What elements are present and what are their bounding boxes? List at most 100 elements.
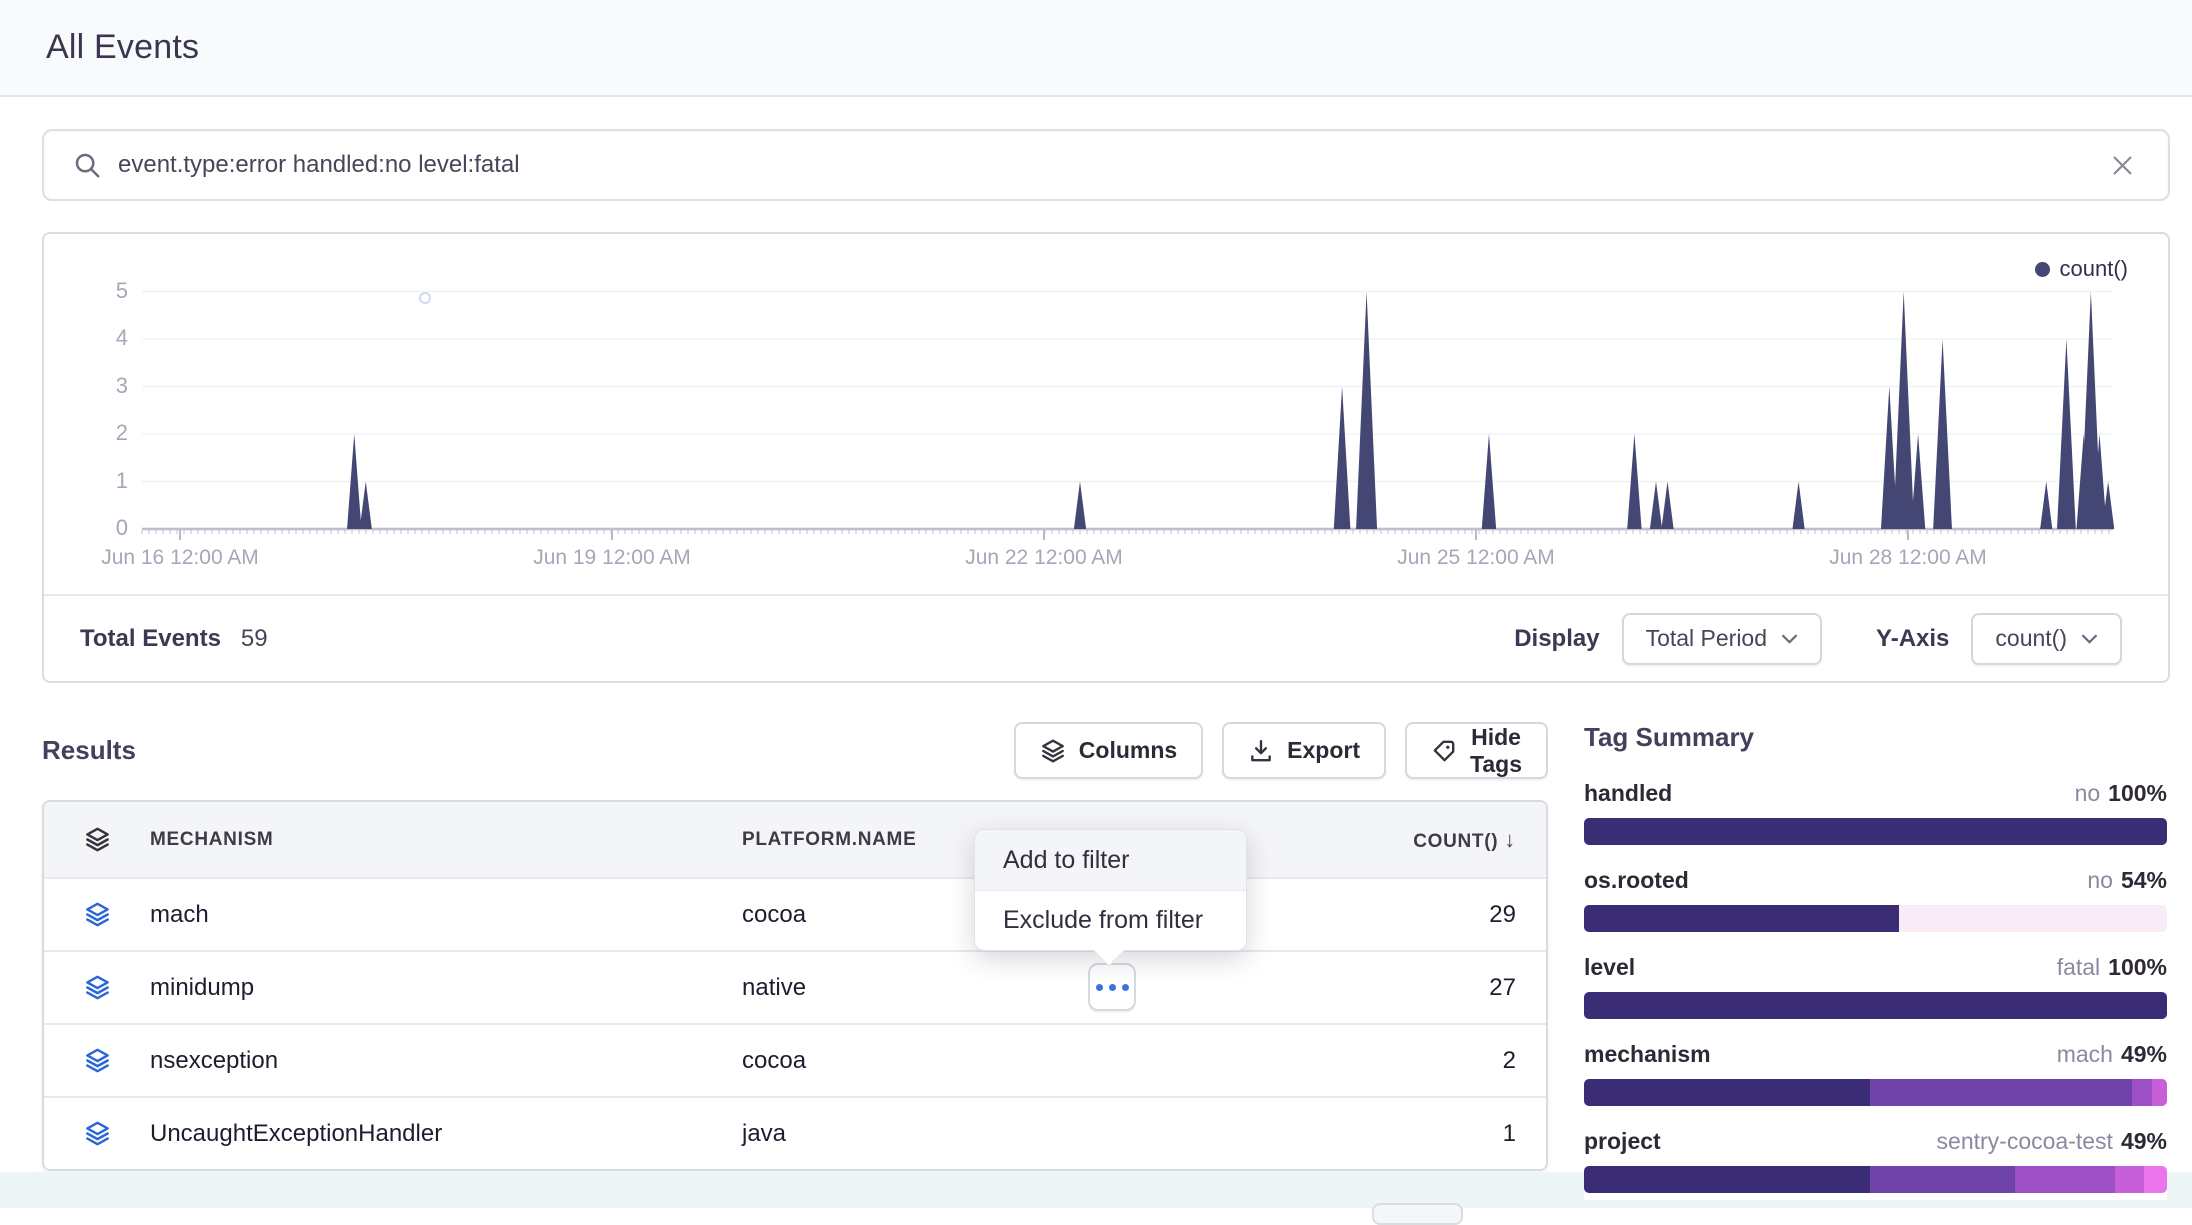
y-axis-tick-label: 5 bbox=[68, 278, 128, 304]
download-icon bbox=[1248, 738, 1274, 764]
legend-dot-icon bbox=[2035, 262, 2050, 277]
table-row[interactable]: nsexceptioncocoa2 bbox=[44, 1023, 1546, 1096]
results-table: MECHANISM PLATFORM.NAME COUNT()↓ machcoc… bbox=[42, 800, 1548, 1171]
tag-bar-segment[interactable] bbox=[1584, 1166, 1870, 1193]
tag-distribution-bar[interactable] bbox=[1584, 818, 2167, 845]
y-axis-tick-label: 0 bbox=[68, 515, 128, 541]
columns-button[interactable]: Columns bbox=[1014, 722, 1203, 779]
export-button[interactable]: Export bbox=[1222, 722, 1386, 779]
layers-icon bbox=[1040, 738, 1066, 764]
x-axis-tick-label: Jun 25 12:00 AM bbox=[1356, 546, 1596, 570]
legend-label: count() bbox=[2060, 256, 2128, 282]
cell-actions-button[interactable] bbox=[1088, 963, 1136, 1011]
tag-summary-row: project sentry-cocoa-test49% bbox=[1584, 1128, 2167, 1193]
y-axis-tick-label: 2 bbox=[68, 420, 128, 446]
close-icon[interactable] bbox=[2105, 148, 2140, 183]
column-header-mechanism[interactable]: MECHANISM bbox=[150, 829, 742, 851]
x-axis-tick-label: Jun 16 12:00 AM bbox=[60, 546, 300, 570]
tag-bar-segment[interactable] bbox=[2152, 1079, 2167, 1106]
chart-footer: Total Events 59 Display Total Period Y-A… bbox=[44, 594, 2168, 681]
tag-bar-segment[interactable] bbox=[1870, 1079, 2132, 1106]
cell-count[interactable]: 2 bbox=[1162, 1047, 1546, 1075]
events-spike-chart[interactable] bbox=[44, 234, 2172, 590]
tag-name: handled bbox=[1584, 780, 1672, 807]
display-label: Display bbox=[1514, 625, 1599, 653]
tag-bar-segment[interactable] bbox=[1584, 992, 2167, 1019]
tag-top-value: mach49% bbox=[2057, 1041, 2167, 1068]
tag-top-value: fatal100% bbox=[2057, 954, 2167, 981]
tag-bar-segment[interactable] bbox=[1584, 1079, 1870, 1106]
tag-bar-segment[interactable] bbox=[1584, 905, 1899, 932]
tag-icon bbox=[1431, 738, 1457, 764]
tag-summary-row: os.rooted no54% bbox=[1584, 867, 2167, 932]
cell-mechanism[interactable]: nsexception bbox=[150, 1047, 742, 1075]
hide-tags-button[interactable]: Hide Tags bbox=[1405, 722, 1548, 779]
pagination-button[interactable] bbox=[1372, 1203, 1463, 1225]
page-title: All Events bbox=[46, 28, 199, 67]
button-label: Export bbox=[1287, 737, 1360, 764]
tag-top-value: no100% bbox=[2075, 780, 2167, 807]
tag-bar-segment[interactable] bbox=[1870, 1166, 2016, 1193]
search-icon bbox=[72, 150, 102, 180]
tag-summary-row: mechanism mach49% bbox=[1584, 1041, 2167, 1106]
tag-top-value: sentry-cocoa-test49% bbox=[1937, 1128, 2167, 1155]
tag-distribution-bar[interactable] bbox=[1584, 992, 2167, 1019]
layers-icon[interactable] bbox=[44, 1120, 150, 1147]
tag-bar-segment[interactable] bbox=[2115, 1166, 2144, 1193]
y-axis-tick-label: 3 bbox=[68, 373, 128, 399]
results-heading: Results bbox=[42, 735, 136, 766]
table-header-row: MECHANISM PLATFORM.NAME COUNT()↓ bbox=[44, 802, 1546, 877]
page-header: All Events bbox=[0, 0, 2192, 97]
chevron-down-icon bbox=[1781, 633, 1798, 645]
sort-desc-icon: ↓ bbox=[1504, 827, 1516, 852]
tag-name: os.rooted bbox=[1584, 867, 1689, 894]
layers-icon[interactable] bbox=[44, 974, 150, 1001]
button-label: Columns bbox=[1079, 737, 1177, 764]
y-axis-tick-label: 4 bbox=[68, 325, 128, 351]
button-label: Hide Tags bbox=[1470, 724, 1522, 778]
tag-summary-heading: Tag Summary bbox=[1584, 720, 2167, 754]
tag-distribution-bar[interactable] bbox=[1584, 1166, 2167, 1193]
yaxis-label: Y-Axis bbox=[1876, 625, 1949, 653]
y-axis-tick-label: 1 bbox=[68, 468, 128, 494]
cell-mechanism[interactable]: UncaughtExceptionHandler bbox=[150, 1120, 742, 1148]
search-input[interactable]: event.type:error handled:no level:fatal bbox=[118, 151, 2105, 179]
cell-count[interactable]: 1 bbox=[1162, 1120, 1546, 1148]
tag-distribution-bar[interactable] bbox=[1584, 1079, 2167, 1106]
tag-bar-segment[interactable] bbox=[2132, 1079, 2152, 1106]
yaxis-dropdown[interactable]: count() bbox=[1971, 613, 2122, 665]
tag-top-value: no54% bbox=[2087, 867, 2167, 894]
table-row[interactable]: UncaughtExceptionHandlerjava1 bbox=[44, 1096, 1546, 1169]
chevron-down-icon bbox=[2081, 633, 2098, 645]
cell-count[interactable]: 27 bbox=[1162, 974, 1546, 1002]
events-chart-panel: count() 0 1 2 3 4 5 Jun 16 12:00 AM Jun 19 12:… bbox=[42, 232, 2170, 683]
add-to-filter-menu-item[interactable]: Add to filter bbox=[975, 830, 1246, 890]
tag-bar-segment[interactable] bbox=[2144, 1166, 2167, 1193]
x-axis-tick-label: Jun 19 12:00 AM bbox=[492, 546, 732, 570]
layers-icon bbox=[44, 826, 150, 853]
cell-platform[interactable]: java bbox=[742, 1120, 1162, 1148]
total-events-value: 59 bbox=[241, 625, 268, 653]
layers-icon[interactable] bbox=[44, 1047, 150, 1074]
display-dropdown-value: Total Period bbox=[1646, 625, 1767, 652]
tag-distribution-bar[interactable] bbox=[1584, 905, 2167, 932]
tag-summary-panel: Tag Summary handled no100% os.rooted no54% l… bbox=[1584, 720, 2167, 1200]
x-axis-tick-label: Jun 28 12:00 AM bbox=[1788, 546, 2028, 570]
tag-name: mechanism bbox=[1584, 1041, 1711, 1068]
layers-icon[interactable] bbox=[44, 901, 150, 928]
display-dropdown[interactable]: Total Period bbox=[1622, 613, 1822, 665]
results-toolbar: Columns Export Hide Tags bbox=[1022, 722, 1548, 779]
yaxis-dropdown-value: count() bbox=[1995, 625, 2067, 652]
table-row[interactable]: machcocoa29 bbox=[44, 877, 1546, 950]
cell-mechanism[interactable]: minidump bbox=[150, 974, 742, 1002]
tag-bar-segment[interactable] bbox=[2015, 1166, 2114, 1193]
search-bar[interactable]: event.type:error handled:no level:fatal bbox=[42, 129, 2170, 201]
table-row[interactable]: minidumpnative27 bbox=[44, 950, 1546, 1023]
tag-bar-segment[interactable] bbox=[1584, 818, 2167, 845]
tag-name: project bbox=[1584, 1128, 1661, 1155]
cell-mechanism[interactable]: mach bbox=[150, 901, 742, 929]
cell-platform[interactable]: cocoa bbox=[742, 1047, 1162, 1075]
chart-legend[interactable]: count() bbox=[2035, 256, 2128, 282]
tag-name: level bbox=[1584, 954, 1635, 981]
cell-action-popup: Add to filterExclude from filter bbox=[974, 829, 1247, 951]
